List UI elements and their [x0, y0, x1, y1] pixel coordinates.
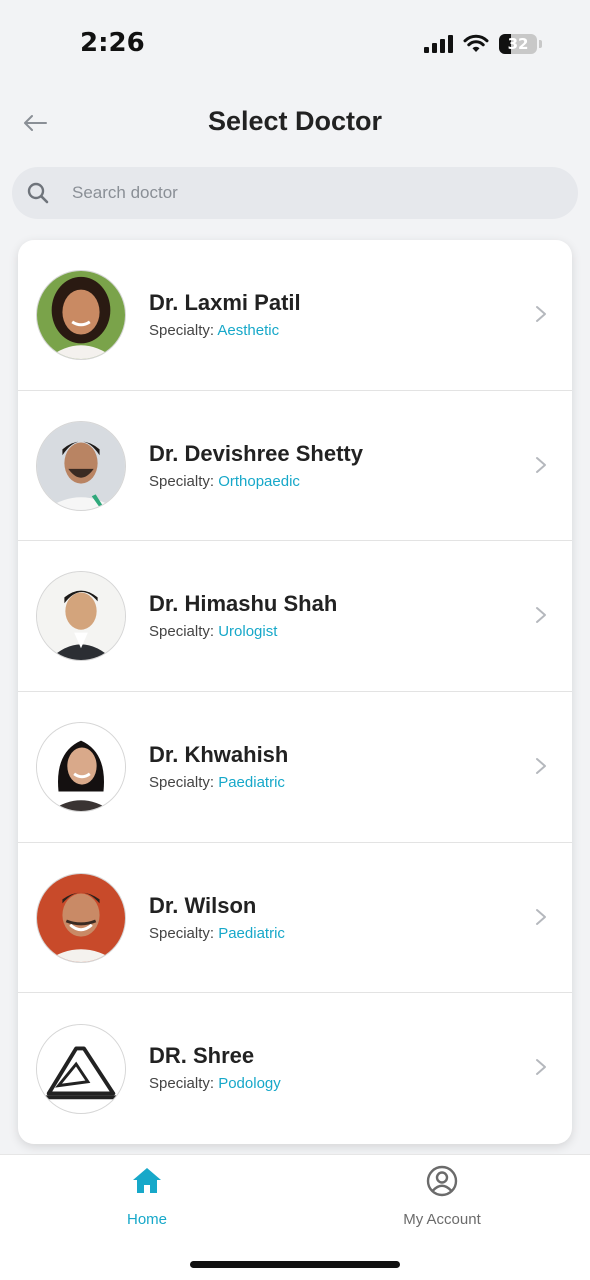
tab-my-account[interactable]: My Account	[372, 1165, 512, 1228]
doctor-avatar	[36, 872, 126, 963]
chevron-right-icon	[536, 908, 546, 925]
specialty-prefix: Specialty:	[149, 623, 219, 641]
header: Select Doctor	[0, 96, 590, 150]
chevron-right-icon	[536, 306, 546, 322]
doctor-specialty: Specialty: Urologist	[149, 623, 337, 640]
doctor-row[interactable]: Dr. Khwahish Specialty: Paediatric	[18, 692, 572, 843]
clinic-logo-icon	[37, 1024, 125, 1113]
chevron-right-icon	[536, 456, 546, 473]
specialty-value: Paediatric	[218, 924, 285, 942]
status-time: 2:26	[80, 28, 145, 58]
doctor-row[interactable]: DR. Shree Specialty: Podology	[18, 993, 572, 1144]
doctor-row[interactable]: Dr. Wilson Specialty: Paediatric	[18, 843, 572, 994]
specialty-prefix: Specialty:	[149, 472, 219, 490]
page-title: Select Doctor	[207, 106, 383, 136]
chevron-right-icon	[536, 758, 546, 775]
doctor-avatar	[36, 571, 126, 662]
tab-my-account-label: My Account	[403, 1211, 481, 1228]
doctor-avatar	[36, 721, 126, 812]
user-circle-icon	[426, 1165, 458, 1197]
cellular-signal-icon	[424, 35, 453, 53]
battery-icon: 32	[499, 34, 537, 54]
doctor-specialty: Specialty: Aesthetic	[149, 322, 301, 339]
specialty-value: Podology	[218, 1075, 281, 1093]
tab-home[interactable]: Home	[77, 1165, 217, 1228]
specialty-prefix: Specialty:	[149, 924, 219, 942]
doctor-row[interactable]: Dr. Himashu Shah Specialty: Urologist	[18, 541, 572, 693]
specialty-value: Paediatric	[218, 774, 285, 792]
doctor-name: Dr. Devishree Shetty	[149, 440, 363, 466]
doctor-specialty: Specialty: Paediatric	[149, 774, 288, 791]
doctor-list: Dr. Laxmi Patil Specialty: Aesthetic Dr.…	[18, 240, 572, 1144]
search-icon	[27, 182, 49, 204]
doctor-specialty: Specialty: Orthopaedic	[149, 473, 363, 490]
doctor-name: DR. Shree	[149, 1043, 255, 1069]
doctor-avatar	[36, 1023, 126, 1114]
specialty-value: Orthopaedic	[218, 472, 300, 490]
bottom-tab-bar: Home My Account	[0, 1154, 590, 1280]
tab-home-label: Home	[126, 1211, 167, 1228]
battery-level: 32	[507, 35, 529, 53]
specialty-value: Urologist	[218, 623, 278, 641]
wifi-icon	[463, 34, 489, 52]
doctor-row[interactable]: Dr. Laxmi Patil Specialty: Aesthetic	[18, 240, 572, 391]
doctor-avatar	[36, 420, 126, 511]
chevron-right-icon	[536, 1059, 546, 1076]
specialty-prefix: Specialty:	[149, 322, 218, 339]
doctor-name: Dr. Himashu Shah	[149, 591, 338, 617]
status-bar: 2:26 32	[0, 0, 590, 90]
search-bar[interactable]	[12, 167, 578, 219]
doctor-specialty: Specialty: Paediatric	[149, 925, 285, 942]
home-indicator	[190, 1261, 400, 1268]
home-icon	[133, 1168, 161, 1193]
doctor-name: Dr. Khwahish	[149, 742, 289, 768]
chevron-right-icon	[536, 607, 546, 624]
specialty-prefix: Specialty:	[149, 1075, 219, 1093]
specialty-value: Aesthetic	[217, 322, 280, 339]
doctor-specialty: Specialty: Podology	[149, 1075, 281, 1092]
search-input[interactable]	[72, 183, 512, 203]
doctor-name: Dr. Wilson	[149, 892, 257, 918]
doctor-avatar	[36, 269, 126, 360]
doctor-row[interactable]: Dr. Devishree Shetty Specialty: Orthopae…	[18, 391, 572, 542]
specialty-prefix: Specialty:	[149, 774, 219, 792]
status-icons: 32	[424, 32, 542, 56]
doctor-name: Dr. Laxmi Patil	[149, 290, 301, 315]
